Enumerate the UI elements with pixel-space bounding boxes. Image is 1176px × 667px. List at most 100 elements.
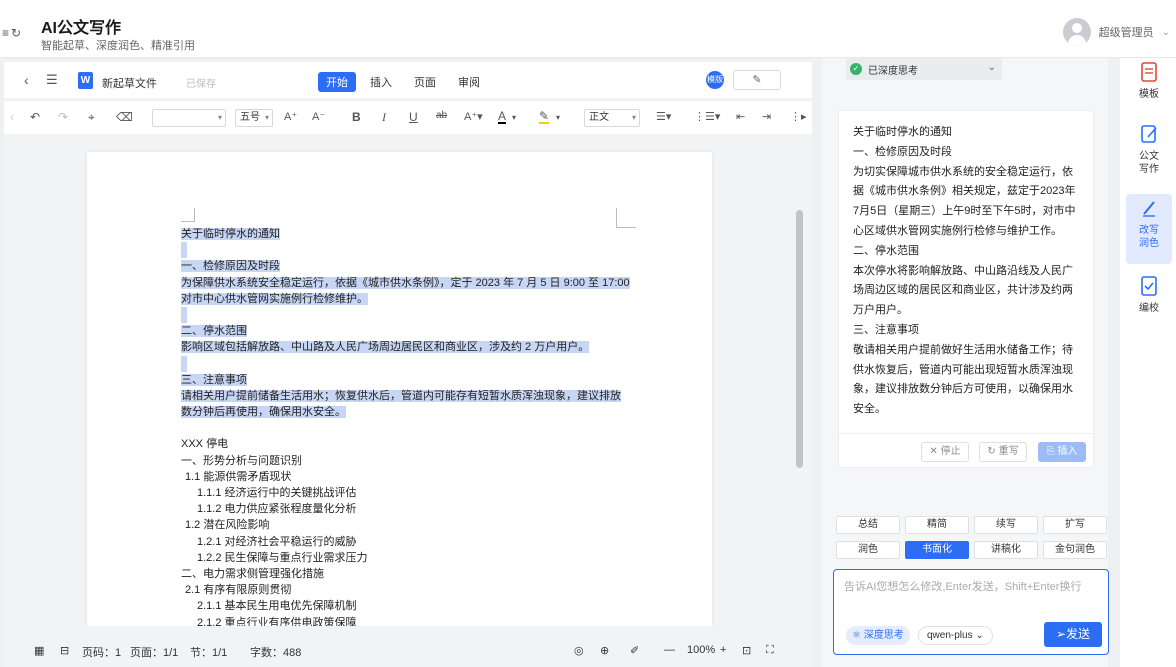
app-subtitle: 智能起草、深度润色、精准引用 [41, 40, 195, 52]
document-line[interactable] [181, 420, 641, 436]
font-color-icon[interactable]: A [498, 110, 507, 124]
bold-icon[interactable]: B [352, 110, 361, 124]
font-increase-icon[interactable]: A⁺ [284, 110, 297, 123]
document-content[interactable]: 关于临时停水的通知 一、检修原因及时段 为保障供水系统安全稳定运行，依据《城市供水条… [181, 226, 641, 626]
document-line[interactable] [181, 306, 641, 323]
menu-icon[interactable]: ≡ [2, 26, 9, 40]
model-select[interactable]: qwen-plus ⌄ [918, 626, 993, 645]
edit-mode-button[interactable]: ✎ [733, 70, 781, 90]
globe-icon[interactable]: ⊕ [600, 644, 609, 657]
sidebar-item-proofread[interactable]: 编校 [1126, 272, 1172, 342]
document-line[interactable]: 1.2.1 对经济社会平稳运行的威胁 [181, 534, 641, 550]
template-button[interactable]: 模版 [706, 71, 724, 89]
numbered-list-icon[interactable]: ⋮☰▾ [694, 110, 720, 123]
user-name[interactable]: 超级管理员 [1099, 24, 1154, 40]
action-expand-button[interactable]: 扩写 [1043, 516, 1107, 534]
format-painter-icon[interactable]: ⌖ [88, 110, 95, 125]
document-line[interactable]: 1.1 能源供需矛盾现状 [181, 469, 641, 485]
layout-icon[interactable]: ▦ [34, 644, 44, 657]
document-line[interactable]: 请相关用户提前储备生活用水；恢复供水后，管道内可能存有短暂水质浑浊现象，建议排放 [181, 388, 641, 404]
font-family-select[interactable] [152, 109, 226, 127]
sidebar-item-label: 改写 润色 [1139, 225, 1159, 249]
font-decrease-icon[interactable]: A⁻ [312, 110, 325, 123]
document-line[interactable]: 对市中心供水管网实施例行检修维护。 [181, 291, 641, 307]
chevron-down-icon[interactable]: ⌄ [988, 62, 996, 73]
document-line[interactable]: 影响区域包括解放路、中山路及人民广场周边居民区和商业区，涉及约 2 万户用户。 [181, 339, 641, 355]
action-formalize-button[interactable]: 书面化 [905, 541, 969, 559]
document-line[interactable] [181, 355, 641, 372]
document-line[interactable]: 1.1.1 经济运行中的关键挑战评估 [181, 485, 641, 501]
document-line[interactable]: 关于临时停水的通知 [181, 226, 641, 242]
action-simplify-button[interactable]: 精简 [905, 516, 969, 534]
document-canvas[interactable]: 关于临时停水的通知 一、检修原因及时段 为保障供水系统安全稳定运行，依据《城市供水条… [4, 136, 812, 626]
send-button[interactable]: ➢发送 [1044, 622, 1102, 647]
highlight-icon[interactable]: ✎ [539, 110, 550, 124]
file-name[interactable]: 新起草文件 [102, 75, 157, 91]
strikethrough-icon[interactable]: ab [436, 110, 447, 121]
chevron-down-icon[interactable]: ⌄ [1162, 27, 1170, 38]
action-polish-button[interactable]: 润色 [836, 541, 900, 559]
tab-page[interactable]: 页面 [406, 72, 444, 92]
back-icon[interactable]: ‹ [24, 72, 29, 88]
highlight-chevron-icon[interactable]: ▾ [556, 113, 560, 122]
user-menu[interactable]: 超级管理员 ⌄ [1062, 18, 1170, 46]
sidebar-item-official-writing[interactable]: 公文 写作 [1126, 120, 1172, 190]
document-line[interactable]: 三、注意事项 [181, 372, 641, 388]
outdent-icon[interactable]: ⇤ [736, 110, 745, 123]
redo-icon[interactable]: ↷ [58, 110, 68, 124]
outline-icon[interactable]: ⊟ [60, 644, 69, 657]
document-line[interactable]: 2.1 有序有限原则贯彻 [181, 582, 641, 598]
zoom-in-icon[interactable]: + [720, 644, 726, 656]
action-golden-phrase-button[interactable]: 金句润色 [1043, 541, 1107, 559]
document-line[interactable]: 一、形势分析与问题识别 [181, 453, 641, 469]
bullet-list-icon[interactable]: ☰▾ [656, 110, 671, 123]
font-size-select[interactable]: 五号 [235, 109, 273, 127]
indent-icon[interactable]: ⇥ [762, 110, 771, 123]
document-line[interactable]: 一、检修原因及时段 [181, 258, 641, 274]
toolbar-scroll-left-icon[interactable]: ‹ [10, 110, 14, 124]
vertical-scrollbar[interactable] [796, 210, 803, 468]
document-line[interactable]: 二、停水范围 [181, 323, 641, 339]
document-line[interactable]: 2.1.1 基本民生用电优先保障机制 [181, 598, 641, 614]
sidebar-item-template[interactable]: 模板 [1126, 58, 1172, 128]
tab-start[interactable]: 开始 [318, 72, 356, 92]
document-line[interactable]: 数分钟后再使用，确保用水安全。 [181, 404, 641, 420]
avatar[interactable] [1062, 18, 1091, 46]
ai-prompt-input[interactable] [844, 578, 1100, 616]
sidebar-item-rewrite-polish[interactable]: 改写 润色 [1126, 194, 1172, 264]
action-summarize-button[interactable]: 总结 [836, 516, 900, 534]
document-line[interactable]: 1.1.2 电力供应紧张程度量化分析 [181, 501, 641, 517]
zoom-out-icon[interactable]: — [664, 644, 675, 656]
undo-icon[interactable]: ↶ [30, 110, 40, 124]
stop-button[interactable]: ✕ 停止 [921, 442, 969, 462]
tab-insert[interactable]: 插入 [362, 72, 400, 92]
document-line[interactable]: 2.1.2 重点行业有序供电政策保障 [181, 615, 641, 627]
document-line[interactable]: 1.2.2 民生保障与重点行业需求压力 [181, 550, 641, 566]
fit-width-icon[interactable]: ⊡ [742, 644, 751, 657]
paint-icon[interactable]: ✐ [630, 644, 639, 657]
action-speech-button[interactable]: 讲稿化 [974, 541, 1038, 559]
insert-button[interactable]: ⎘ 插入 [1038, 442, 1086, 462]
list-icon[interactable]: ☰ [46, 72, 58, 88]
toolbar-more-icon[interactable]: ⋮▸ [790, 110, 807, 123]
eraser-icon[interactable]: ⌫ [116, 110, 133, 124]
italic-icon[interactable]: I [382, 110, 386, 125]
document-line[interactable]: XXX 停电 [181, 436, 641, 452]
document-line[interactable] [181, 242, 641, 259]
action-continue-button[interactable]: 续写 [974, 516, 1038, 534]
paragraph-style-select[interactable]: 正文 [584, 109, 640, 127]
document-line[interactable]: 二、电力需求侧管理强化措施 [181, 566, 641, 582]
refresh-icon[interactable]: ↻ [11, 26, 21, 40]
deep-thought-chip[interactable]: ⚛ 深度思考 [846, 626, 910, 645]
fullscreen-icon[interactable]: ⛶ [766, 644, 774, 657]
tab-review[interactable]: 审阅 [450, 72, 488, 92]
document-line[interactable]: 1.2 潜在风险影响 [181, 517, 641, 533]
document-page[interactable]: 关于临时停水的通知 一、检修原因及时段 为保障供水系统安全稳定运行，依据《城市供水条… [87, 152, 712, 626]
underline-icon[interactable]: U [409, 110, 418, 124]
superscript-icon[interactable]: A⁺▾ [464, 110, 483, 123]
read-mode-icon[interactable]: ◎ [574, 644, 584, 657]
document-line[interactable]: 为保障供水系统安全稳定运行，依据《城市供水条例》，定于 2023 年 7 月 5… [181, 275, 641, 291]
font-color-chevron-icon[interactable]: ▾ [512, 113, 516, 122]
deep-thought-toggle[interactable]: ✓ 已深度思考 ⌄ [846, 58, 1002, 80]
rewrite-button[interactable]: ↻ 重写 [979, 442, 1027, 462]
